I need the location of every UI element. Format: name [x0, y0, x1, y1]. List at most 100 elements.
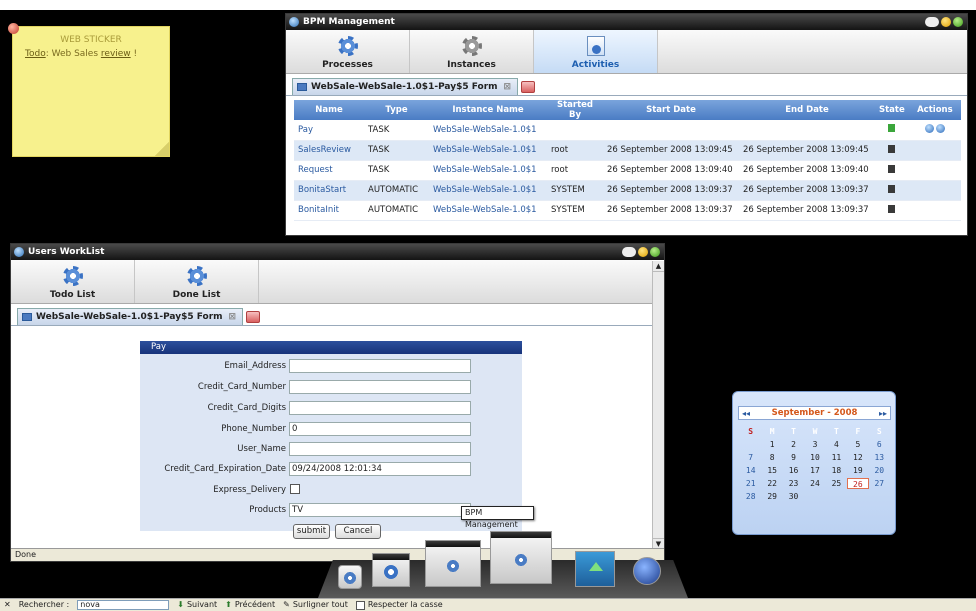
match-case-checkbox[interactable]	[355, 600, 365, 610]
close-all-tabs-button[interactable]	[521, 81, 536, 93]
calendar-day[interactable]: 4	[826, 439, 847, 450]
calendar-day[interactable]: 24	[804, 478, 825, 489]
find-next-button[interactable]: ⬇ Suivant	[177, 599, 217, 611]
products-select[interactable]: TV	[289, 503, 471, 517]
table-row[interactable]: Request TASK WebSale-WebSale-1.0$1 root …	[294, 160, 961, 181]
bpm-titlebar[interactable]: BPM Management	[286, 14, 967, 30]
row-instance[interactable]: WebSale-WebSale-1.0$1	[429, 200, 547, 221]
calendar-day[interactable]: 5	[847, 439, 868, 450]
find-input[interactable]: nova	[77, 600, 170, 610]
worklist-titlebar[interactable]: Users WorkList	[11, 244, 664, 260]
calendar-day[interactable]: 22	[761, 478, 782, 489]
minimize-button[interactable]	[622, 247, 636, 257]
maximize-button[interactable]	[941, 17, 951, 27]
dock-globe-icon[interactable]	[633, 557, 661, 585]
calendar-day[interactable]: 1	[761, 439, 782, 450]
cancel-button[interactable]: Cancel	[335, 524, 381, 539]
calendar-day[interactable]: 8	[761, 452, 782, 463]
table-row[interactable]: SalesReview TASK WebSale-WebSale-1.0$1 r…	[294, 140, 961, 161]
calendar-day[interactable]: 6	[869, 439, 890, 450]
col-state[interactable]: State	[875, 100, 909, 120]
start-action-icon[interactable]	[924, 123, 934, 133]
row-name[interactable]: BonitaInit	[294, 200, 364, 221]
submit-button[interactable]: submit	[293, 524, 330, 539]
col-started-by[interactable]: Started By	[547, 100, 603, 120]
tab-processes[interactable]: Processes	[286, 30, 410, 73]
close-find-icon[interactable]: ✕	[4, 599, 11, 611]
row-name[interactable]: Request	[294, 160, 364, 181]
match-case-option[interactable]: Respecter la casse	[355, 599, 443, 611]
calendar-day[interactable]: 18	[826, 465, 847, 476]
tab-instances[interactable]: Instances	[410, 30, 534, 73]
user-name-field[interactable]	[289, 442, 471, 456]
close-button[interactable]	[650, 247, 660, 257]
phone-field[interactable]: 0	[289, 422, 471, 436]
email-field[interactable]	[289, 359, 471, 373]
col-name[interactable]: Name	[294, 100, 364, 120]
table-row[interactable]: BonitaInit AUTOMATIC WebSale-WebSale-1.0…	[294, 200, 961, 221]
tab-close-icon[interactable]: ⊠	[504, 79, 512, 95]
calendar-day[interactable]: 23	[783, 478, 804, 489]
cc-exp-field[interactable]: 09/24/2008 12:01:34	[289, 462, 471, 476]
prev-month-icon[interactable]: ◂◂	[742, 409, 750, 418]
calendar-day[interactable]: 17	[804, 465, 825, 476]
calendar-day[interactable]: 27	[869, 478, 890, 489]
calendar-day[interactable]: 25	[826, 478, 847, 489]
table-row[interactable]: Pay TASK WebSale-WebSale-1.0$1	[294, 120, 961, 141]
col-start-date[interactable]: Start Date	[603, 100, 739, 120]
row-instance[interactable]: WebSale-WebSale-1.0$1	[429, 140, 547, 161]
bpm-management-window[interactable]: BPM Management Processes Instances Activ…	[285, 13, 968, 236]
scroll-up-icon[interactable]: ▲	[653, 261, 664, 272]
calendar-day[interactable]: 3	[804, 439, 825, 450]
tab-todo-list[interactable]: Todo List	[11, 260, 135, 303]
close-button[interactable]	[953, 17, 963, 27]
calendar-day[interactable]: 7	[740, 452, 761, 463]
dock-app-icon[interactable]	[338, 565, 362, 589]
dock-bpm-window-icon[interactable]	[490, 531, 552, 584]
col-actions[interactable]: Actions	[908, 100, 961, 120]
dock-users-window-icon[interactable]	[425, 540, 481, 587]
table-row[interactable]: BonitaStart AUTOMATIC WebSale-WebSale-1.…	[294, 180, 961, 201]
scrollbar[interactable]: ▲ ▼	[652, 261, 664, 549]
calendar-day[interactable]: 26	[847, 478, 869, 489]
tab-done-list[interactable]: Done List	[135, 260, 259, 303]
calendar-day[interactable]: 11	[826, 452, 847, 463]
highlight-all-button[interactable]: ✎ Surligner tout	[283, 599, 348, 611]
calendar-day[interactable]: 13	[869, 452, 890, 463]
sticker-todo-link[interactable]: Todo	[25, 49, 46, 59]
col-instance[interactable]: Instance Name	[429, 100, 547, 120]
tab-activities[interactable]: Activities	[534, 30, 658, 73]
calendar-day[interactable]: 20	[869, 465, 890, 476]
calendar-day[interactable]: 28	[740, 491, 761, 502]
calendar-day[interactable]: 19	[847, 465, 868, 476]
row-name[interactable]: Pay	[294, 120, 364, 141]
row-instance[interactable]: WebSale-WebSale-1.0$1	[429, 180, 547, 201]
next-month-icon[interactable]: ▸▸	[879, 409, 887, 418]
calendar-day[interactable]: 30	[783, 491, 804, 502]
row-instance[interactable]: WebSale-WebSale-1.0$1	[429, 160, 547, 181]
calendar-day[interactable]: 14	[740, 465, 761, 476]
col-end-date[interactable]: End Date	[739, 100, 875, 120]
calendar-day[interactable]: 12	[847, 452, 868, 463]
dock-home-icon[interactable]	[575, 551, 615, 587]
dock-worklist-icon[interactable]	[372, 553, 410, 587]
web-sticker[interactable]: WEB STICKER Todo: Web Sales review !	[8, 23, 170, 157]
col-type[interactable]: Type	[364, 100, 429, 120]
close-all-tabs-button[interactable]	[246, 311, 261, 323]
users-worklist-window[interactable]: Users WorkList Todo List Done List WebSa…	[10, 243, 665, 562]
express-delivery-checkbox[interactable]	[290, 484, 300, 494]
calendar-day[interactable]: 15	[761, 465, 782, 476]
calendar-day[interactable]: 21	[740, 478, 761, 489]
calendar-day[interactable]: 10	[804, 452, 825, 463]
cc-number-field[interactable]	[289, 380, 471, 394]
worklist-form-tab[interactable]: WebSale-WebSale-1.0$1-Pay$5 Form ⊠	[17, 308, 244, 325]
find-prev-button[interactable]: ⬆ Précédent	[225, 599, 275, 611]
row-instance[interactable]: WebSale-WebSale-1.0$1	[429, 120, 547, 141]
calendar-day[interactable]: 29	[761, 491, 782, 502]
cc-digits-field[interactable]	[289, 401, 471, 415]
calendar-widget[interactable]: ◂◂ September - 2008 ▸▸ SMTWTFS1234567891…	[732, 391, 896, 535]
calendar-day[interactable]: 2	[783, 439, 804, 450]
bpm-form-tab[interactable]: WebSale-WebSale-1.0$1-Pay$5 Form ⊠	[292, 78, 519, 95]
suspend-action-icon[interactable]	[935, 123, 945, 133]
calendar-day[interactable]: 9	[783, 452, 804, 463]
